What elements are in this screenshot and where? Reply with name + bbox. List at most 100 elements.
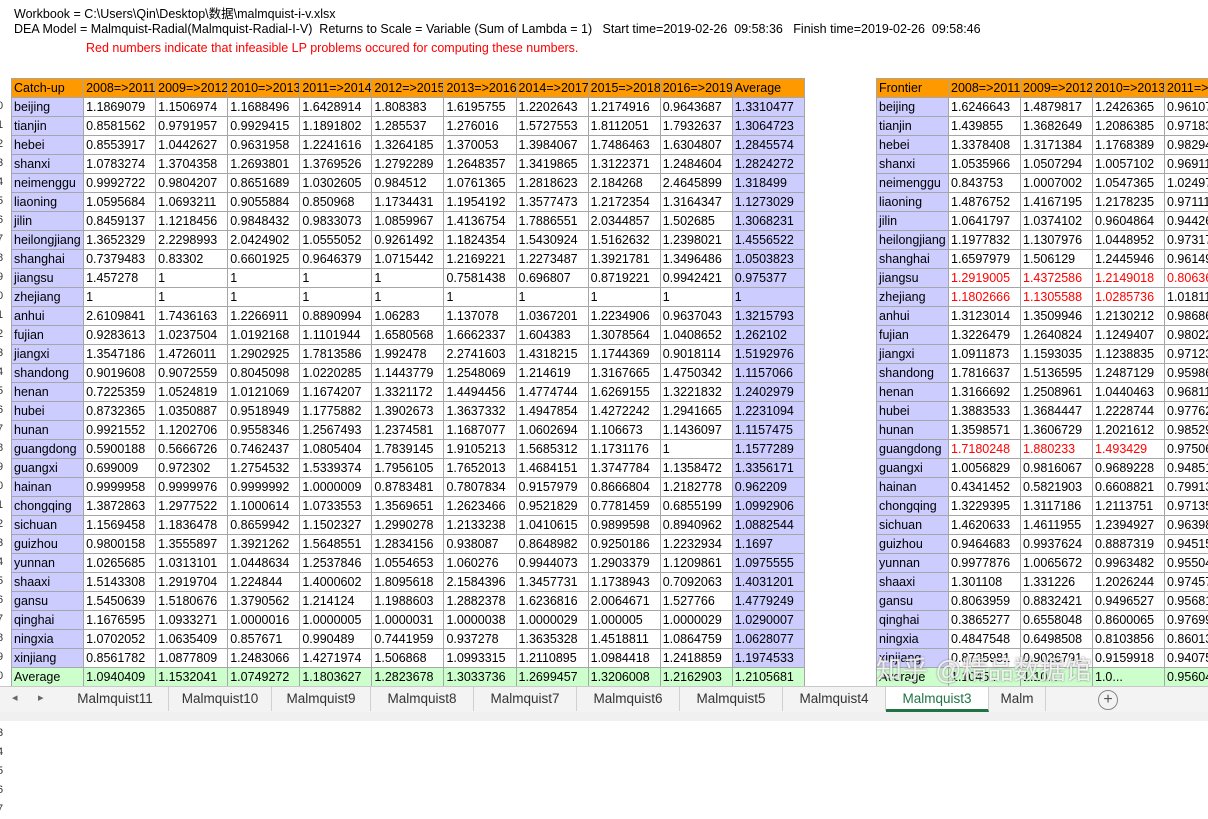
value-cell[interactable]: 1.4947854 bbox=[516, 402, 588, 421]
value-cell[interactable]: 1.2483066 bbox=[228, 649, 300, 668]
value-cell[interactable]: 0.9643687 bbox=[660, 98, 732, 117]
value-cell[interactable]: 0.9072559 bbox=[156, 364, 228, 383]
value-cell[interactable]: 1.2149018 bbox=[1093, 269, 1165, 288]
value-cell[interactable]: 1.2824272 bbox=[732, 155, 804, 174]
value-cell[interactable]: 0.9558346 bbox=[228, 421, 300, 440]
value-cell[interactable]: 1.0350887 bbox=[156, 402, 228, 421]
region-name-cell[interactable]: xinjiang bbox=[12, 649, 84, 668]
value-cell[interactable]: 0.9992722 bbox=[84, 174, 156, 193]
value-cell[interactable]: 1.4518811 bbox=[588, 630, 660, 649]
value-cell[interactable]: 1 bbox=[660, 440, 732, 459]
value-cell[interactable]: 1.1101944 bbox=[300, 326, 372, 345]
value-cell[interactable]: 1.0313101 bbox=[156, 554, 228, 573]
value-cell[interactable]: 1.2133238 bbox=[444, 516, 516, 535]
value-cell[interactable]: 1.0000005 bbox=[300, 611, 372, 630]
value-cell[interactable]: 0.95986 bbox=[1165, 364, 1208, 383]
value-cell[interactable]: 1.1974533 bbox=[732, 649, 804, 668]
value-cell[interactable]: 0.9963482 bbox=[1093, 554, 1165, 573]
value-cell[interactable]: 1.0265685 bbox=[84, 554, 156, 573]
value-cell[interactable]: 1.2113751 bbox=[1093, 497, 1165, 516]
value-cell[interactable]: 0.9937624 bbox=[1021, 535, 1093, 554]
value-cell[interactable]: 0.98686 bbox=[1165, 307, 1208, 326]
region-name-cell[interactable]: heilongjiang bbox=[12, 231, 84, 250]
header-cell[interactable]: 2015=>2018 bbox=[588, 79, 660, 98]
value-cell[interactable]: 1.506129 bbox=[1021, 250, 1093, 269]
row-number[interactable]: 4 bbox=[0, 363, 10, 382]
value-cell[interactable]: 1.457278 bbox=[84, 269, 156, 288]
region-name-cell[interactable]: hainan bbox=[877, 478, 949, 497]
value-cell[interactable]: 1.5143308 bbox=[84, 573, 156, 592]
value-cell[interactable]: 0.96811 bbox=[1165, 383, 1208, 402]
value-cell[interactable]: 1.1569458 bbox=[84, 516, 156, 535]
value-cell[interactable]: 1.2169221 bbox=[444, 250, 516, 269]
value-cell[interactable]: 1.3356171 bbox=[732, 459, 804, 478]
sheet-tab[interactable]: Malmquist10 bbox=[169, 687, 272, 711]
value-cell[interactable]: 1.0933271 bbox=[156, 611, 228, 630]
row-number[interactable]: 4 bbox=[0, 173, 10, 192]
value-cell[interactable]: 0.9521829 bbox=[516, 497, 588, 516]
row-number[interactable]: 7 bbox=[0, 420, 10, 439]
value-cell[interactable]: 1.2487129 bbox=[1093, 364, 1165, 383]
region-name-cell[interactable]: guangdong bbox=[877, 440, 949, 459]
header-cell[interactable]: 2014=>2017 bbox=[516, 79, 588, 98]
value-cell[interactable]: 1.3637332 bbox=[444, 402, 516, 421]
value-cell[interactable]: 1.5685312 bbox=[516, 440, 588, 459]
value-cell[interactable]: 1 bbox=[228, 269, 300, 288]
value-cell[interactable]: 1.3229395 bbox=[949, 497, 1021, 516]
value-cell[interactable]: 1.3378408 bbox=[949, 136, 1021, 155]
row-number[interactable]: 7 bbox=[0, 610, 10, 629]
value-cell[interactable]: 0.96107 bbox=[1165, 98, 1208, 117]
value-cell[interactable]: 1.2418859 bbox=[660, 649, 732, 668]
header-cell[interactable]: Frontier bbox=[877, 79, 949, 98]
region-name-cell[interactable]: guizhou bbox=[877, 535, 949, 554]
value-cell[interactable]: 0.9689228 bbox=[1093, 459, 1165, 478]
value-cell[interactable]: 1.3606729 bbox=[1021, 421, 1093, 440]
value-cell[interactable]: 0.80636 bbox=[1165, 269, 1208, 288]
value-cell[interactable]: 0.8103856 bbox=[1093, 630, 1165, 649]
value-cell[interactable]: 0.98529 bbox=[1165, 421, 1208, 440]
value-cell[interactable]: 1.0374102 bbox=[1021, 212, 1093, 231]
row-number[interactable]: 2 bbox=[0, 325, 10, 344]
value-cell[interactable]: 1.0702052 bbox=[84, 630, 156, 649]
value-cell[interactable]: 0.7807834 bbox=[444, 478, 516, 497]
value-cell[interactable]: 2.0344857 bbox=[588, 212, 660, 231]
value-cell[interactable]: 1.4272242 bbox=[588, 402, 660, 421]
value-cell[interactable]: 1.1836478 bbox=[156, 516, 228, 535]
value-cell[interactable]: 1 bbox=[228, 288, 300, 307]
value-cell[interactable]: 0.5900188 bbox=[84, 440, 156, 459]
value-cell[interactable]: 1.0535966 bbox=[949, 155, 1021, 174]
value-cell[interactable]: 1.0783274 bbox=[84, 155, 156, 174]
region-name-cell[interactable]: shanghai bbox=[877, 250, 949, 269]
value-cell[interactable]: 1.3419865 bbox=[516, 155, 588, 174]
value-cell[interactable]: 0.9159918 bbox=[1093, 649, 1165, 668]
value-cell[interactable]: 1.2178235 bbox=[1093, 193, 1165, 212]
header-cell[interactable]: 2008=>2011 bbox=[84, 79, 156, 98]
value-cell[interactable]: 1.3226479 bbox=[949, 326, 1021, 345]
add-sheet-button[interactable]: + bbox=[1098, 690, 1118, 710]
value-cell[interactable]: 1.262102 bbox=[732, 326, 804, 345]
value-cell[interactable]: 1.1674207 bbox=[300, 383, 372, 402]
value-cell[interactable]: 0.8045098 bbox=[228, 364, 300, 383]
region-name-cell[interactable]: shanghai bbox=[12, 250, 84, 269]
value-cell[interactable]: 1 bbox=[588, 288, 660, 307]
value-cell[interactable]: 0.8719221 bbox=[588, 269, 660, 288]
value-cell[interactable]: 0.938087 bbox=[444, 535, 516, 554]
row-number[interactable]: 3 bbox=[0, 154, 10, 173]
row-number[interactable]: 1 bbox=[0, 496, 10, 515]
region-name-cell[interactable]: beijing bbox=[12, 98, 84, 117]
value-cell[interactable]: 1.5339374 bbox=[300, 459, 372, 478]
row-number[interactable]: 9 bbox=[0, 648, 10, 667]
region-name-cell[interactable]: tianjin bbox=[877, 117, 949, 136]
value-cell[interactable]: 1.0761365 bbox=[444, 174, 516, 193]
value-cell[interactable]: 1 bbox=[732, 288, 804, 307]
region-name-cell[interactable]: yunnan bbox=[877, 554, 949, 573]
value-cell[interactable]: 2.0064671 bbox=[588, 592, 660, 611]
value-cell[interactable]: 1.2273487 bbox=[516, 250, 588, 269]
value-cell[interactable]: 1.604383 bbox=[516, 326, 588, 345]
value-cell[interactable]: 1.0882544 bbox=[732, 516, 804, 535]
value-cell[interactable]: 1.5727553 bbox=[516, 117, 588, 136]
value-cell[interactable]: 0.94515 bbox=[1165, 535, 1208, 554]
region-name-cell[interactable]: hainan bbox=[12, 478, 84, 497]
value-cell[interactable]: 1 bbox=[156, 269, 228, 288]
value-cell[interactable]: 1.2754532 bbox=[228, 459, 300, 478]
